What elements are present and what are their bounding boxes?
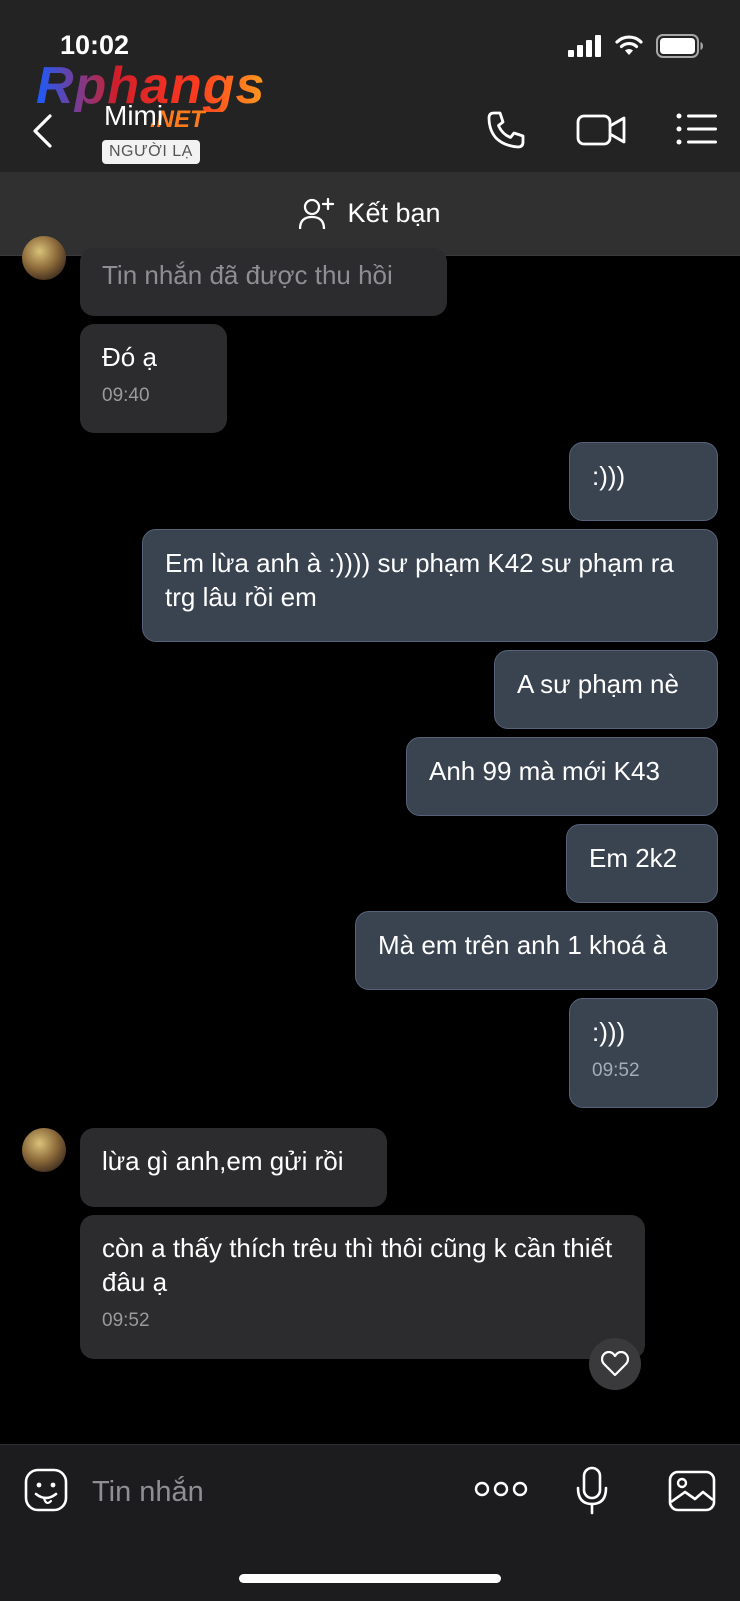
stranger-badge: NGƯỜI LẠ bbox=[102, 140, 200, 164]
home-indicator[interactable] bbox=[239, 1574, 501, 1583]
list-menu-icon bbox=[676, 113, 717, 145]
message-text: Em 2k2 bbox=[589, 843, 678, 873]
voice-call-button[interactable] bbox=[484, 108, 528, 152]
message-text: Tin nhắn đã được thu hồi bbox=[102, 260, 393, 290]
more-options-button[interactable] bbox=[474, 1476, 528, 1502]
heart-icon bbox=[601, 1351, 629, 1377]
incoming-message-bubble[interactable]: lừa gì anh,em gửi rồi bbox=[80, 1128, 387, 1207]
react-heart-button[interactable] bbox=[589, 1338, 641, 1390]
outgoing-message-bubble[interactable]: Em lừa anh à :)))) sư phạm K42 sư phạm r… bbox=[142, 529, 718, 642]
add-person-icon bbox=[299, 197, 335, 229]
photo-picker-button[interactable] bbox=[668, 1470, 716, 1512]
chevron-left-icon bbox=[33, 114, 52, 148]
message-text: Em lừa anh à :)))) sư phạm K42 sư phạm r… bbox=[165, 548, 674, 612]
message-timestamp: 09:52 bbox=[592, 1060, 640, 1081]
message-text: :))) bbox=[592, 461, 626, 491]
video-camera-icon bbox=[576, 114, 626, 146]
incoming-message-bubble[interactable]: còn a thấy thích trêu thì thôi cũng k cầ… bbox=[80, 1215, 645, 1359]
image-gallery-icon bbox=[668, 1470, 716, 1512]
message-text: lừa gì anh,em gửi rồi bbox=[102, 1146, 344, 1176]
outgoing-message-bubble[interactable]: :))) bbox=[569, 442, 718, 521]
back-button[interactable] bbox=[22, 108, 62, 154]
message-timestamp: 09:40 bbox=[102, 385, 150, 406]
recalled-message-bubble[interactable]: Tin nhắn đã được thu hồi bbox=[80, 248, 447, 316]
battery-icon bbox=[656, 34, 703, 58]
message-text: Đó ạ bbox=[102, 342, 157, 372]
add-friend-label: Kết bạn bbox=[347, 198, 441, 228]
message-input[interactable] bbox=[90, 1470, 434, 1514]
outgoing-message-bubble[interactable]: :))) 09:52 bbox=[569, 998, 718, 1108]
sticker-smile-icon bbox=[24, 1468, 68, 1512]
menu-button[interactable] bbox=[676, 112, 718, 148]
message-text: còn a thấy thích trêu thì thôi cũng k cầ… bbox=[102, 1233, 613, 1297]
sticker-button[interactable] bbox=[24, 1468, 68, 1512]
voice-message-button[interactable] bbox=[575, 1466, 609, 1516]
incoming-message-bubble[interactable]: Đó ạ 09:40 bbox=[80, 324, 227, 433]
phone-icon bbox=[487, 111, 525, 149]
outgoing-message-bubble[interactable]: Em 2k2 bbox=[566, 824, 718, 903]
cellular-signal-icon bbox=[568, 35, 601, 57]
microphone-icon bbox=[576, 1466, 608, 1515]
add-friend-button[interactable]: Kết bạn bbox=[0, 172, 740, 256]
outgoing-message-bubble[interactable]: A sư phạm nè bbox=[494, 650, 718, 729]
message-text: Anh 99 mà mới K43 bbox=[429, 756, 660, 786]
status-bar-icons bbox=[568, 34, 704, 58]
contact-name[interactable]: Mimi bbox=[104, 100, 163, 132]
outgoing-message-bubble[interactable]: Mà em trên anh 1 khoá à bbox=[355, 911, 718, 990]
outgoing-message-bubble[interactable]: Anh 99 mà mới K43 bbox=[406, 737, 718, 816]
more-dots-icon bbox=[474, 1481, 528, 1497]
contact-avatar[interactable] bbox=[22, 1128, 66, 1172]
video-call-button[interactable] bbox=[576, 110, 628, 154]
message-text: :))) bbox=[592, 1017, 626, 1047]
message-timestamp: 09:52 bbox=[102, 1310, 150, 1331]
message-text: A sư phạm nè bbox=[517, 669, 679, 699]
message-text: Mà em trên anh 1 khoá à bbox=[378, 930, 668, 960]
contact-avatar[interactable] bbox=[22, 236, 66, 280]
wifi-icon bbox=[615, 35, 643, 55]
